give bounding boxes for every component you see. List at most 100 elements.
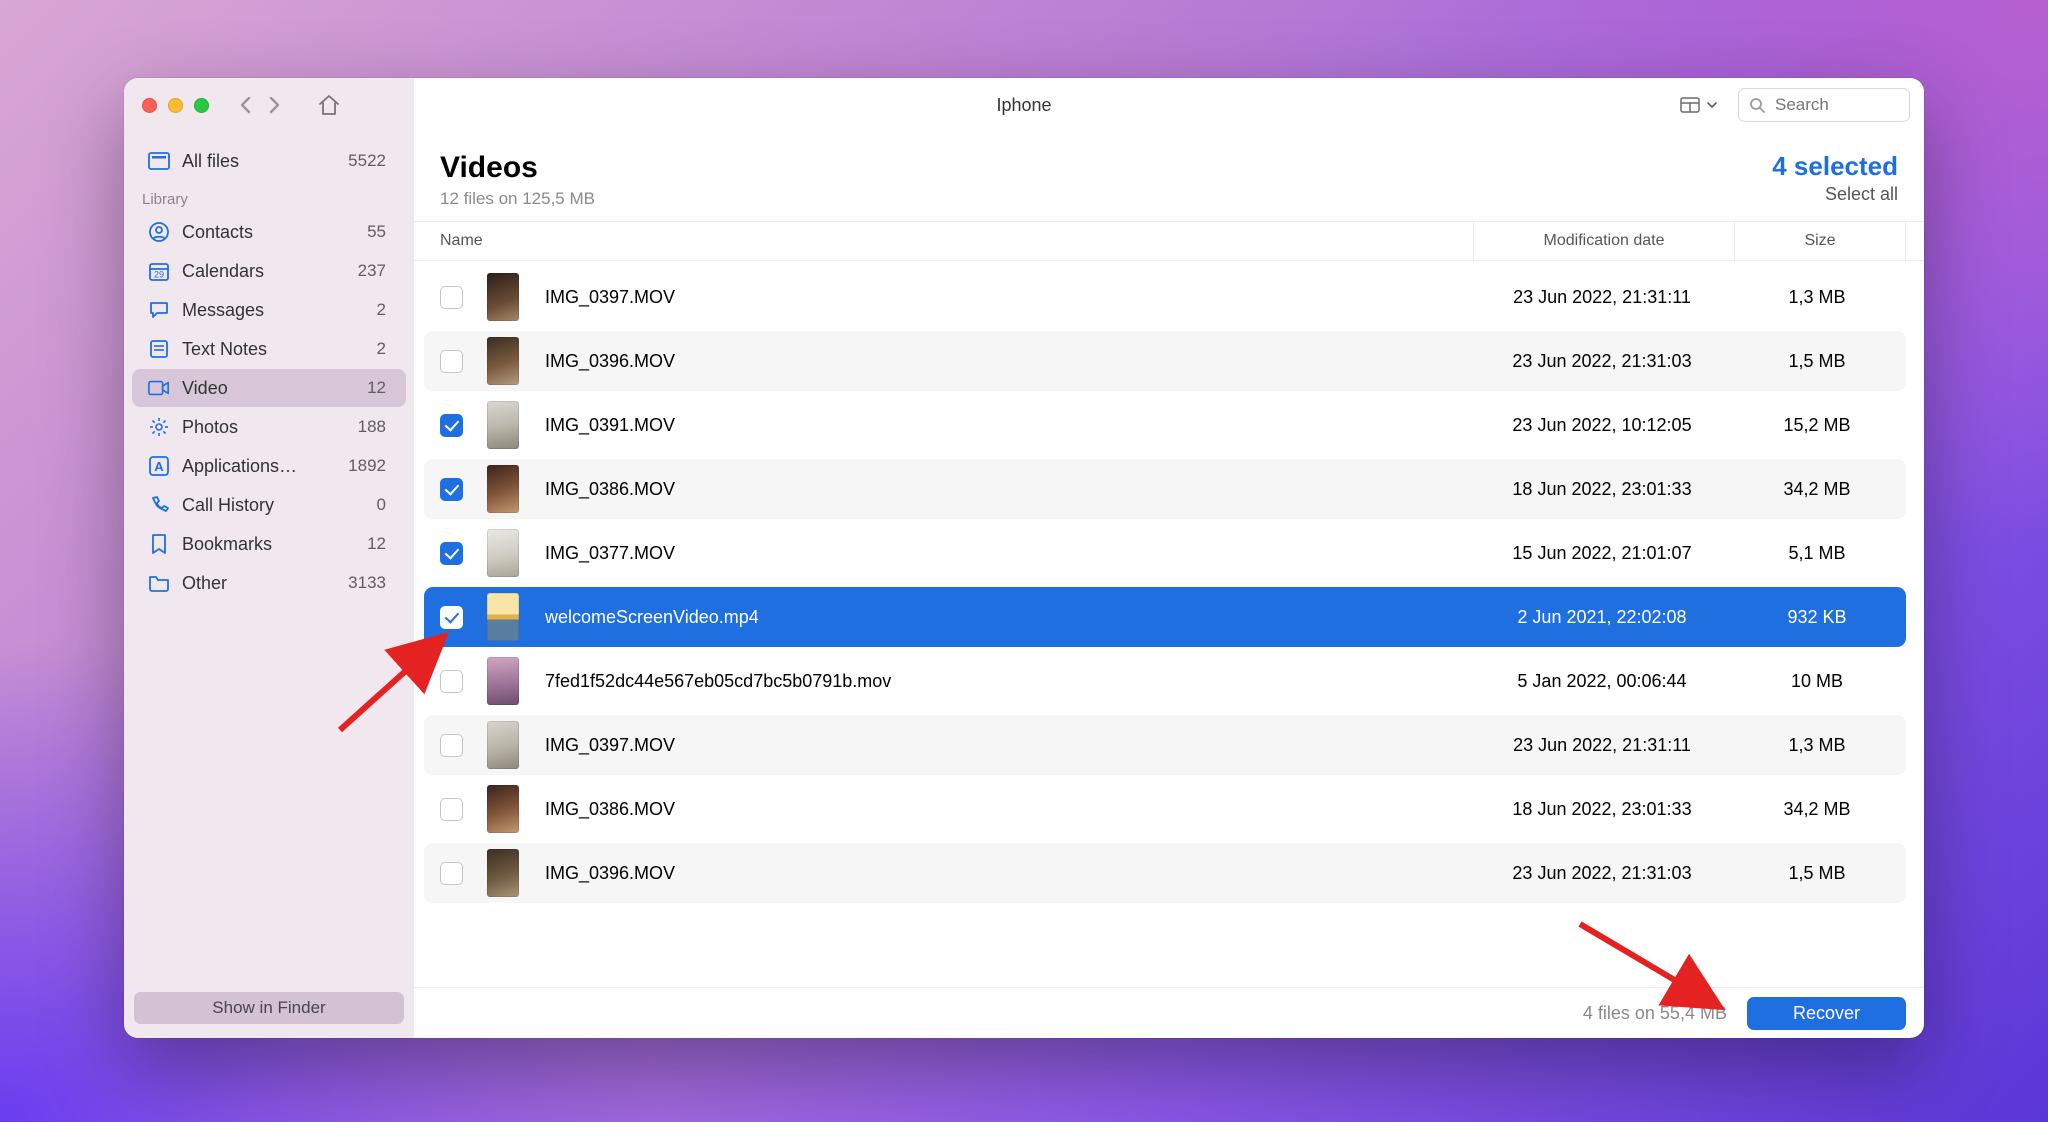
- sidebar-item-photos[interactable]: Photos188: [132, 408, 406, 446]
- sidebar-item-count: 0: [377, 495, 386, 515]
- sidebar-item-textnotes[interactable]: Text Notes 2: [132, 330, 406, 368]
- row-checkbox[interactable]: [440, 670, 463, 693]
- column-size[interactable]: Size: [1734, 222, 1906, 260]
- close-window-button[interactable]: [142, 98, 157, 113]
- search-input[interactable]: [1773, 94, 1887, 116]
- file-row[interactable]: IMG_0397.MOV23 Jun 2022, 21:31:111,3 MB: [424, 715, 1906, 775]
- file-row[interactable]: IMG_0396.MOV23 Jun 2022, 21:31:031,5 MB: [424, 331, 1906, 391]
- file-row[interactable]: welcomeScreenVideo.mp42 Jun 2021, 22:02:…: [424, 587, 1906, 647]
- row-checkbox[interactable]: [440, 606, 463, 629]
- column-name[interactable]: Name: [440, 232, 1473, 250]
- row-size: 1,5 MB: [1732, 863, 1902, 884]
- row-checkbox[interactable]: [440, 286, 463, 309]
- column-headers: Name Modification date Size: [414, 221, 1924, 261]
- row-size: 1,3 MB: [1732, 287, 1902, 308]
- file-row[interactable]: IMG_0377.MOV15 Jun 2022, 21:01:075,1 MB: [424, 523, 1906, 583]
- file-row[interactable]: 7fed1f52dc44e567eb05cd7bc5b0791b.mov5 Ja…: [424, 651, 1906, 711]
- column-modification-date[interactable]: Modification date: [1473, 222, 1734, 260]
- maximize-window-button[interactable]: [194, 98, 209, 113]
- sidebar-item-count: 2: [377, 339, 386, 359]
- sidebar-item-label: Applications…: [182, 456, 297, 477]
- svg-text:A: A: [154, 459, 164, 474]
- row-size: 1,5 MB: [1732, 351, 1902, 372]
- app-window: Iphone A: [124, 78, 1924, 1038]
- sidebar-item-calendars[interactable]: 29Calendars237: [132, 252, 406, 290]
- row-modification-date: 5 Jan 2022, 00:06:44: [1472, 671, 1732, 692]
- row-thumbnail: [487, 721, 519, 769]
- row-filename: IMG_0397.MOV: [545, 735, 1472, 756]
- sidebar-item-label: Other: [182, 573, 227, 594]
- file-row[interactable]: IMG_0386.MOV18 Jun 2022, 23:01:3334,2 MB: [424, 459, 1906, 519]
- svg-text:29: 29: [154, 270, 164, 280]
- app-icon: A: [148, 455, 170, 477]
- recover-button[interactable]: Recover: [1747, 997, 1906, 1030]
- row-modification-date: 23 Jun 2022, 10:12:05: [1472, 415, 1732, 436]
- home-button[interactable]: [317, 94, 341, 116]
- sidebar-item-contacts[interactable]: Contacts55: [132, 213, 406, 251]
- row-checkbox[interactable]: [440, 414, 463, 437]
- row-checkbox[interactable]: [440, 350, 463, 373]
- sidebar-section-label: Library: [124, 181, 414, 212]
- main-panel: Videos 12 files on 125,5 MB 4 selected S…: [414, 133, 1924, 1038]
- row-thumbnail: [487, 657, 519, 705]
- sidebar-item-count: 237: [358, 261, 386, 281]
- row-modification-date: 18 Jun 2022, 23:01:33: [1472, 479, 1732, 500]
- sidebar-item-video[interactable]: Video12: [132, 369, 406, 407]
- sidebar-item-messages[interactable]: Messages 2: [132, 291, 406, 329]
- nav-back-button[interactable]: [239, 96, 253, 114]
- sidebar-item-applications[interactable]: AApplications…1892: [132, 447, 406, 485]
- row-filename: 7fed1f52dc44e567eb05cd7bc5b0791b.mov: [545, 671, 1472, 692]
- search-icon: [1749, 97, 1765, 113]
- row-thumbnail: [487, 401, 519, 449]
- sidebar-item-count: 2: [377, 300, 386, 320]
- show-in-finder-button[interactable]: Show in Finder: [134, 992, 404, 1024]
- search-field[interactable]: [1738, 88, 1910, 122]
- row-checkbox[interactable]: [440, 478, 463, 501]
- note-icon: [148, 338, 170, 360]
- row-thumbnail: [487, 465, 519, 513]
- sidebar-item-count: 12: [367, 534, 386, 554]
- minimize-window-button[interactable]: [168, 98, 183, 113]
- sidebar-item-label: Messages: [182, 300, 264, 321]
- calendar-icon: 29: [148, 260, 170, 282]
- row-checkbox[interactable]: [440, 862, 463, 885]
- sidebar-item-count: 188: [358, 417, 386, 437]
- row-filename: IMG_0396.MOV: [545, 351, 1472, 372]
- file-list[interactable]: IMG_0397.MOV23 Jun 2022, 21:31:111,3 MBI…: [414, 261, 1924, 987]
- select-all-button[interactable]: Select all: [1772, 184, 1898, 205]
- sidebar-item-label: Contacts: [182, 222, 253, 243]
- row-size: 34,2 MB: [1732, 479, 1902, 500]
- sidebar-item-callhistory[interactable]: Call History0: [132, 486, 406, 524]
- row-size: 34,2 MB: [1732, 799, 1902, 820]
- row-checkbox[interactable]: [440, 542, 463, 565]
- row-modification-date: 23 Jun 2022, 21:31:03: [1472, 351, 1732, 372]
- view-mode-toggle[interactable]: [1674, 93, 1724, 117]
- row-checkbox[interactable]: [440, 798, 463, 821]
- row-modification-date: 2 Jun 2021, 22:02:08: [1472, 607, 1732, 628]
- nav-forward-button[interactable]: [267, 96, 281, 114]
- sidebar-item-label: Text Notes: [182, 339, 267, 360]
- row-modification-date: 15 Jun 2022, 21:01:07: [1472, 543, 1732, 564]
- row-thumbnail: [487, 849, 519, 897]
- sidebar-item-count: 3133: [348, 573, 386, 593]
- file-row[interactable]: IMG_0391.MOV23 Jun 2022, 10:12:0515,2 MB: [424, 395, 1906, 455]
- sidebar-item-label: All files: [182, 151, 239, 172]
- row-size: 10 MB: [1732, 671, 1902, 692]
- row-thumbnail: [487, 593, 519, 641]
- sidebar-item-bookmarks[interactable]: Bookmarks12: [132, 525, 406, 563]
- row-size: 15,2 MB: [1732, 415, 1902, 436]
- sidebar-item-all-files[interactable]: All files 5522: [132, 142, 406, 180]
- file-row[interactable]: IMG_0396.MOV23 Jun 2022, 21:31:031,5 MB: [424, 843, 1906, 903]
- sidebar-item-other[interactable]: Other 3133: [132, 564, 406, 602]
- row-size: 5,1 MB: [1732, 543, 1902, 564]
- file-row[interactable]: IMG_0397.MOV23 Jun 2022, 21:31:111,3 MB: [424, 267, 1906, 327]
- photo-icon: [148, 416, 170, 438]
- row-modification-date: 23 Jun 2022, 21:31:11: [1472, 735, 1732, 756]
- selection-summary: 4 files on 55,4 MB: [1583, 1003, 1727, 1024]
- row-filename: welcomeScreenVideo.mp4: [545, 607, 1472, 628]
- file-row[interactable]: IMG_0386.MOV18 Jun 2022, 23:01:3334,2 MB: [424, 779, 1906, 839]
- message-icon: [148, 299, 170, 321]
- row-thumbnail: [487, 529, 519, 577]
- row-checkbox[interactable]: [440, 734, 463, 757]
- row-filename: IMG_0386.MOV: [545, 799, 1472, 820]
